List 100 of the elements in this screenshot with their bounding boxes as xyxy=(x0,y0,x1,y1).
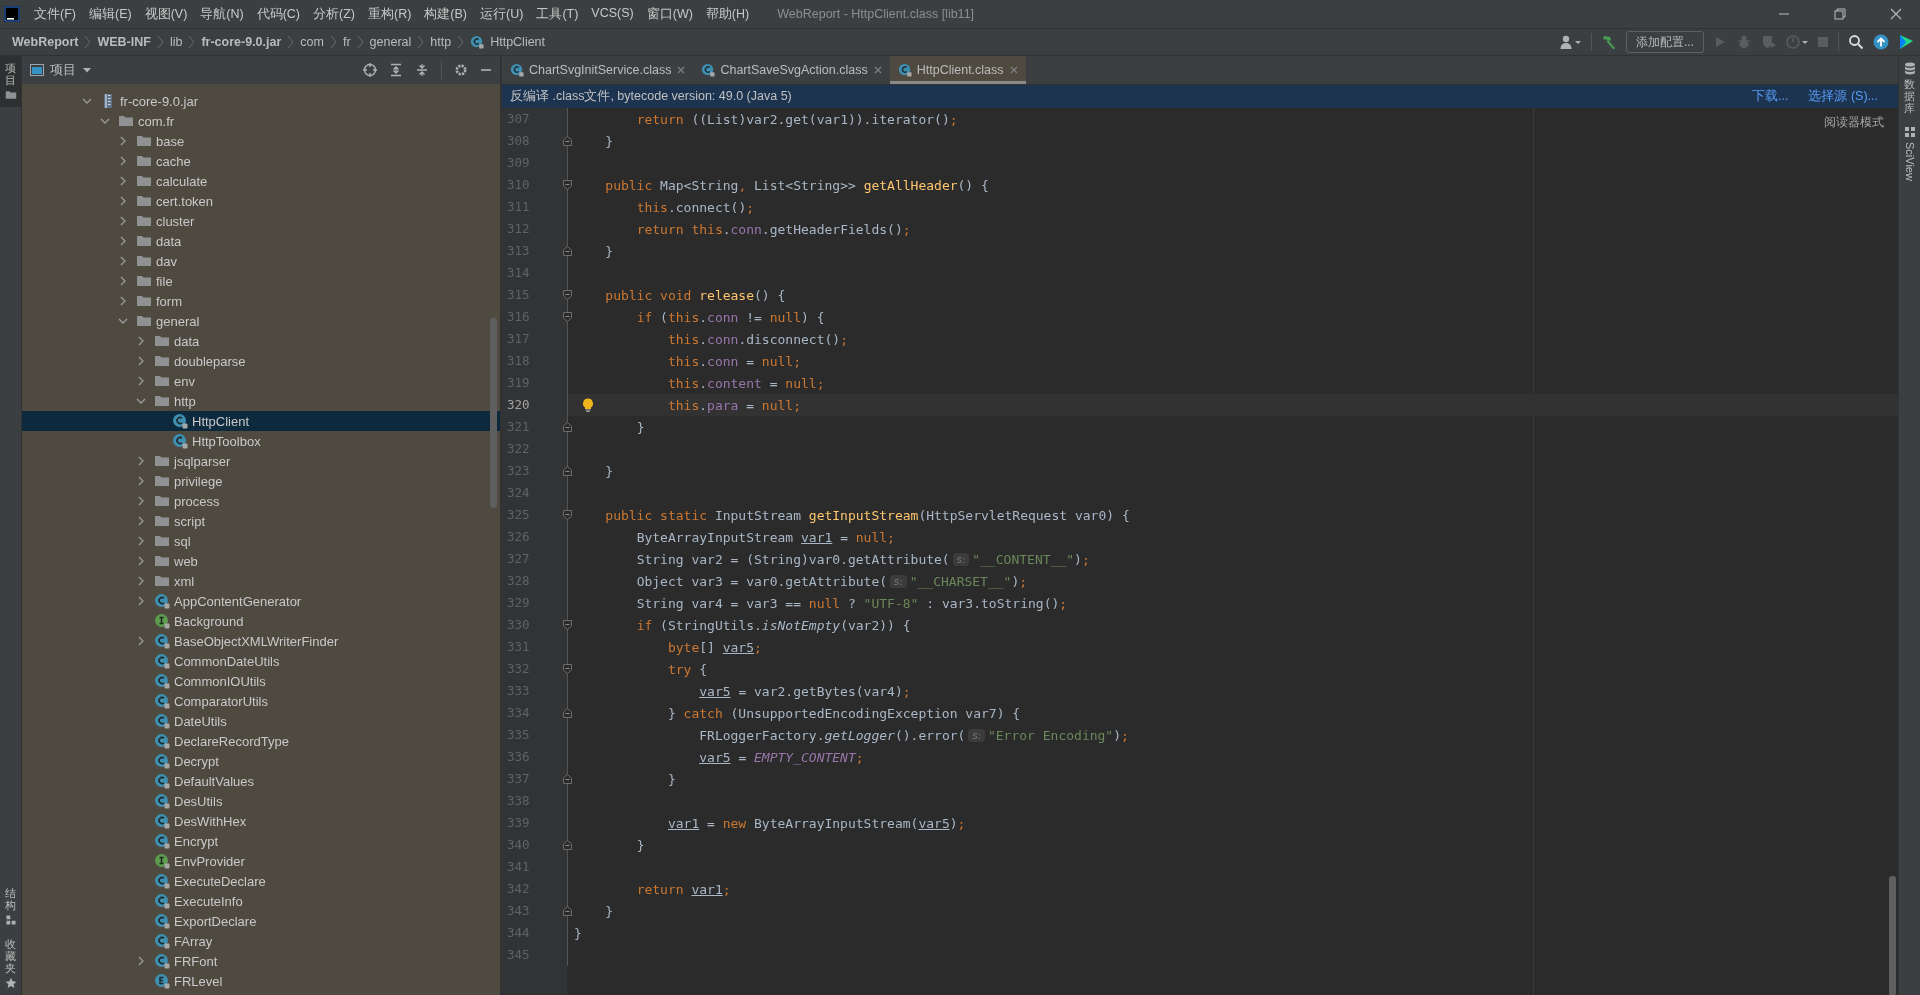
menu-item[interactable]: 文件(F) xyxy=(34,5,76,23)
tree-item[interactable]: calculate xyxy=(22,171,500,191)
scrollbar-thumb[interactable] xyxy=(490,318,497,508)
tree-item[interactable]: http xyxy=(22,391,500,411)
lightbulb-icon[interactable] xyxy=(582,398,594,412)
close-icon[interactable] xyxy=(676,65,687,75)
fold-marker-icon[interactable] xyxy=(562,773,573,785)
app-icon[interactable] xyxy=(1898,34,1914,50)
scrollbar-thumb[interactable] xyxy=(1889,876,1896,995)
breadcrumb[interactable]: http xyxy=(430,35,452,49)
menu-item[interactable]: 帮助(H) xyxy=(705,5,750,23)
tree-item[interactable]: web xyxy=(22,551,500,571)
menu-item[interactable]: 代码(C) xyxy=(256,5,301,23)
tree-item[interactable]: form xyxy=(22,291,500,311)
fold-marker-icon[interactable] xyxy=(562,179,573,191)
menu-item[interactable]: 编辑(E) xyxy=(88,5,132,23)
tool-window-tab[interactable]: 项目 xyxy=(0,56,21,108)
tree-item[interactable]: CommonDateUtils xyxy=(22,651,500,671)
tree-item[interactable]: FRFont xyxy=(22,951,500,971)
tree-item[interactable]: HttpClient xyxy=(22,411,500,431)
panel-title[interactable]: 项目 xyxy=(50,61,76,79)
link[interactable]: 下载... xyxy=(1752,88,1789,105)
menu-item[interactable]: 构建(B) xyxy=(424,5,468,23)
editor-tab[interactable]: HttpClient.class xyxy=(889,56,1026,84)
tool-window-tab[interactable]: SciView xyxy=(1899,120,1920,188)
tree-item[interactable]: process xyxy=(22,491,500,511)
fold-marker-icon[interactable] xyxy=(562,421,573,433)
editor-tab[interactable]: ChartSvgInitService.class xyxy=(502,56,694,84)
breadcrumb[interactable]: general xyxy=(369,35,412,49)
tree-item[interactable]: Encrypt xyxy=(22,831,500,851)
tree-item[interactable]: ExecuteDeclare xyxy=(22,871,500,891)
tree-item[interactable]: DefaultValues xyxy=(22,771,500,791)
tree-item[interactable]: data xyxy=(22,231,500,251)
menu-item[interactable]: 重构(R) xyxy=(368,5,412,23)
update-icon[interactable] xyxy=(1873,34,1889,50)
breadcrumb[interactable]: HttpClient xyxy=(490,35,546,49)
fold-marker-icon[interactable] xyxy=(562,245,573,257)
run-icon[interactable] xyxy=(1713,35,1727,49)
user-icon[interactable] xyxy=(1560,34,1582,50)
search-icon[interactable] xyxy=(1848,34,1864,50)
tree-item[interactable]: com.fr xyxy=(22,111,500,131)
reader-mode-link[interactable]: 阅读器模式 xyxy=(1824,114,1884,131)
tree-item[interactable]: Decrypt xyxy=(22,751,500,771)
fold-marker-icon[interactable] xyxy=(562,905,573,917)
profiler-icon[interactable] xyxy=(1786,34,1808,50)
tree-item[interactable]: ExecuteInfo xyxy=(22,891,500,911)
breadcrumb[interactable]: fr-core-9.0.jar xyxy=(201,35,282,49)
tree-item[interactable]: HttpToolbox xyxy=(22,431,500,451)
editor-tab[interactable]: ChartSaveSvgAction.class xyxy=(693,56,890,84)
tree-item[interactable]: FArray xyxy=(22,931,500,951)
stop-icon[interactable] xyxy=(1817,36,1829,48)
close-icon[interactable] xyxy=(1890,8,1902,20)
tree-item[interactable]: AppContentGenerator xyxy=(22,591,500,611)
breadcrumb[interactable]: com xyxy=(300,35,324,49)
fold-marker-icon[interactable] xyxy=(562,707,573,719)
tree-item[interactable]: jsqlparser xyxy=(22,451,500,471)
link[interactable]: 选择源 (S)... xyxy=(1808,88,1878,105)
breadcrumb[interactable]: WEB-INF xyxy=(97,35,151,49)
menu-item[interactable]: 导航(N) xyxy=(200,5,244,23)
fold-marker-icon[interactable] xyxy=(562,663,573,675)
tree-item[interactable]: env xyxy=(22,371,500,391)
fold-marker-icon[interactable] xyxy=(562,289,573,301)
tree-item[interactable]: CommonIOUtils xyxy=(22,671,500,691)
menu-item[interactable]: 分析(Z) xyxy=(313,5,355,23)
tree-item[interactable]: general xyxy=(22,311,500,331)
bug-icon[interactable] xyxy=(1736,34,1752,50)
tree-item[interactable]: DesWithHex xyxy=(22,811,500,831)
tree-item[interactable]: ExportDeclare xyxy=(22,911,500,931)
tool-window-tab[interactable]: 结构 xyxy=(0,880,21,932)
tree-item[interactable]: doubleparse xyxy=(22,351,500,371)
settings-icon[interactable] xyxy=(454,63,468,77)
breadcrumb[interactable]: lib xyxy=(169,35,183,49)
tree-item[interactable]: ComparatorUtils xyxy=(22,691,500,711)
restore-icon[interactable] xyxy=(1834,8,1846,20)
tree-item[interactable]: dav xyxy=(22,251,500,271)
tree-item[interactable]: file xyxy=(22,271,500,291)
hammer-icon[interactable] xyxy=(1601,34,1617,50)
tree-item[interactable]: FRLevel xyxy=(22,971,500,991)
tree-item[interactable]: DeclareRecordType xyxy=(22,731,500,751)
tree-item[interactable]: sql xyxy=(22,531,500,551)
tree-item[interactable]: privilege xyxy=(22,471,500,491)
menu-item[interactable]: 窗口(W) xyxy=(646,5,693,23)
tool-window-tab[interactable]: 收藏夹 xyxy=(0,931,21,995)
breadcrumb[interactable]: fr xyxy=(342,35,351,49)
app-logo-icon[interactable] xyxy=(4,6,20,22)
expand-all-icon[interactable] xyxy=(389,63,403,77)
menu-item[interactable]: 工具(T) xyxy=(536,5,579,23)
tree-item[interactable]: BaseObjectXMLWriterFinder xyxy=(22,631,500,651)
menu-item[interactable]: 视图(V) xyxy=(144,5,188,23)
tree-item[interactable]: script xyxy=(22,511,500,531)
collapse-all-icon[interactable] xyxy=(415,63,429,77)
menu-item[interactable]: 运行(U) xyxy=(480,5,524,23)
breadcrumb[interactable]: WebReport xyxy=(12,35,79,49)
locate-icon[interactable] xyxy=(363,63,377,77)
fold-marker-icon[interactable] xyxy=(562,619,573,631)
tree-item[interactable]: cache xyxy=(22,151,500,171)
menu-item[interactable]: VCS(S) xyxy=(591,5,634,23)
tree-item[interactable]: Background xyxy=(22,611,500,631)
tree-item[interactable]: fr-core-9.0.jar xyxy=(22,91,500,111)
coverage-icon[interactable] xyxy=(1761,34,1777,50)
